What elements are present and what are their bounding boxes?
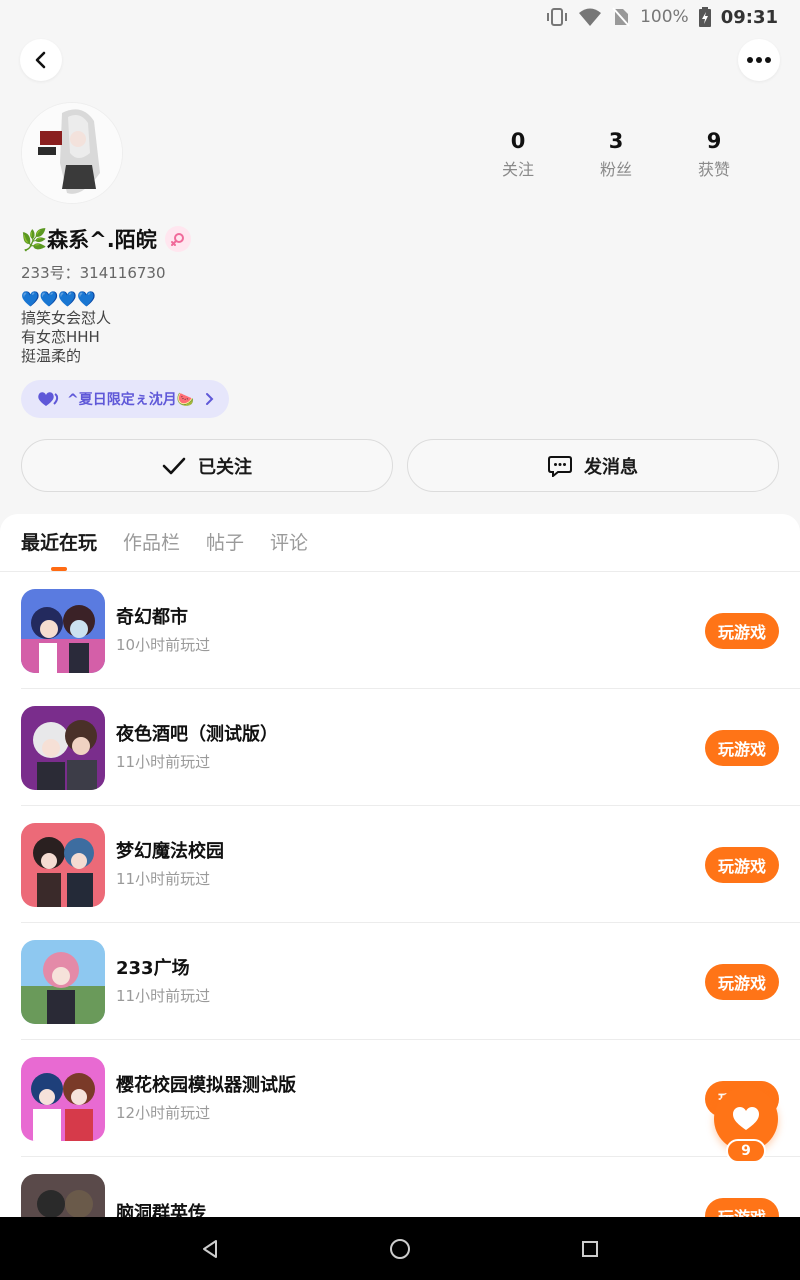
bio-line: 搞笑女会怼人 (21, 309, 112, 327)
list-item[interactable]: 233广场 11小时前玩过 玩游戏 (0, 923, 800, 1040)
game-icon[interactable] (21, 939, 105, 1024)
game-info: 奇幻都市 10小时前玩过 (116, 606, 800, 655)
tab-comments[interactable]: 评论 (270, 528, 308, 571)
stat-number: 0 (510, 129, 526, 153)
followed-button[interactable]: 已关注 (21, 439, 393, 492)
list-item[interactable]: 梦幻魔法校园 11小时前玩过 玩游戏 (0, 806, 800, 923)
list-item[interactable]: 夜色酒吧（测试版） 11小时前玩过 玩游戏 (0, 689, 800, 806)
last-played: 11小时前玩过 (116, 870, 211, 888)
bio-line: 挺温柔的 (21, 347, 82, 365)
circle-home-icon (390, 1238, 410, 1259)
relationship-tag[interactable]: ^夏日限定ぇ沈月🍉 (21, 380, 229, 418)
clock: 09:31 (720, 6, 778, 28)
game-icon[interactable] (21, 822, 105, 907)
vibrate-icon (546, 7, 568, 27)
female-gender-icon (164, 226, 191, 252)
user-id: 233号：314116730 (21, 264, 166, 282)
tag-label: ^夏日限定ぇ沈月🍉 (67, 392, 195, 408)
game-icon[interactable] (21, 1056, 105, 1141)
tab-works[interactable]: 作品栏 (123, 528, 180, 571)
game-name: 233广场 (116, 958, 190, 979)
game-name: 梦幻魔法校园 (116, 841, 224, 862)
check-icon (162, 457, 186, 474)
stat-label: 关注 (501, 160, 534, 179)
game-info: 脑洞群英传 (116, 1202, 800, 1218)
play-button[interactable]: 玩游戏 (705, 1197, 779, 1217)
stat-number: 3 (608, 129, 624, 153)
message-label: 发消息 (584, 456, 638, 478)
game-info: 樱花校园模拟器测试版 12小时前玩过 (116, 1074, 800, 1123)
navigation-bar (0, 1217, 800, 1280)
followed-label: 已关注 (198, 456, 252, 478)
play-button[interactable]: 玩游戏 (705, 846, 779, 883)
nickname-row: 🌿森系^.陌皖 (21, 224, 191, 254)
tab-bar: 最近在玩 作品栏 帖子 评论 (0, 514, 800, 572)
game-list: 奇幻都市 10小时前玩过 玩游戏 夜色酒吧（测试版） 11小时前玩过 玩游戏 梦… (0, 572, 800, 1217)
bio: 💙💙💙💙 搞笑女会怼人 有女恋HHH 挺温柔的 (21, 290, 111, 366)
game-icon[interactable] (21, 705, 105, 790)
back-button[interactable] (20, 39, 62, 81)
battery-percent: 100% (640, 7, 689, 27)
heart-icon (733, 1107, 759, 1130)
last-played: 12小时前玩过 (116, 1104, 211, 1122)
game-name: 脑洞群英传 (116, 1202, 206, 1218)
game-name: 夜色酒吧（测试版） (116, 724, 278, 745)
last-played: 10小时前玩过 (116, 636, 211, 654)
nav-back-button[interactable] (190, 1229, 230, 1269)
tab-recently-played[interactable]: 最近在玩 (21, 528, 97, 571)
last-played: 11小时前玩过 (116, 987, 211, 1005)
game-info: 梦幻魔法校园 11小时前玩过 (116, 840, 800, 889)
list-item[interactable]: 脑洞群英传 玩游戏 (0, 1157, 800, 1217)
content-panel: 最近在玩 作品栏 帖子 评论 奇幻都市 10小时前玩过 玩游戏 夜色酒吧（测试版… (0, 514, 800, 1217)
hearts-icon (38, 392, 59, 406)
bio-emoji: 💙💙💙💙 (21, 290, 96, 308)
game-name: 奇幻都市 (116, 607, 188, 628)
chat-bubble-icon (548, 455, 572, 477)
game-info: 233广场 11小时前玩过 (116, 957, 800, 1006)
like-count-badge: 9 (726, 1139, 766, 1163)
play-button[interactable]: 玩游戏 (705, 729, 779, 766)
game-info: 夜色酒吧（测试版） 11小时前玩过 (116, 723, 800, 772)
more-dots-icon (747, 57, 771, 63)
list-item[interactable]: 奇幻都市 10小时前玩过 玩游戏 (0, 572, 800, 689)
chevron-right-icon (206, 393, 214, 405)
tab-posts[interactable]: 帖子 (206, 528, 244, 571)
play-button[interactable]: 玩游戏 (705, 612, 779, 649)
chevron-left-icon (35, 51, 46, 69)
game-icon[interactable] (21, 588, 105, 673)
no-sim-icon (612, 7, 630, 27)
stat-following[interactable]: 0 关注 (470, 128, 566, 180)
status-bar: 100% 09:31 (0, 0, 800, 34)
nav-recents-button[interactable] (570, 1229, 610, 1269)
profile-stats: 0 关注 3 粉丝 9 获赞 (470, 128, 762, 180)
stat-number: 9 (706, 129, 722, 153)
stat-label: 获赞 (697, 160, 730, 179)
triangle-back-icon (203, 1239, 217, 1258)
last-played: 11小时前玩过 (116, 753, 211, 771)
game-name: 樱花校园模拟器测试版 (116, 1075, 296, 1096)
avatar[interactable] (21, 102, 123, 204)
nickname: 🌿森系^.陌皖 (21, 228, 157, 252)
message-button[interactable]: 发消息 (407, 439, 779, 492)
bio-line: 有女恋HHH (21, 328, 100, 346)
list-item[interactable]: 樱花校园模拟器测试版 12小时前玩过 玩游戏 (0, 1040, 800, 1157)
square-recents-icon (582, 1240, 598, 1257)
more-button[interactable] (738, 39, 780, 81)
battery-icon (698, 7, 711, 27)
play-button[interactable]: 玩游戏 (705, 963, 779, 1000)
stat-followers[interactable]: 3 粉丝 (568, 128, 664, 180)
game-icon[interactable] (21, 1173, 105, 1217)
wifi-icon (578, 7, 602, 27)
stat-label: 粉丝 (599, 160, 632, 179)
nav-home-button[interactable] (380, 1229, 420, 1269)
stat-likes[interactable]: 9 获赞 (666, 128, 762, 180)
